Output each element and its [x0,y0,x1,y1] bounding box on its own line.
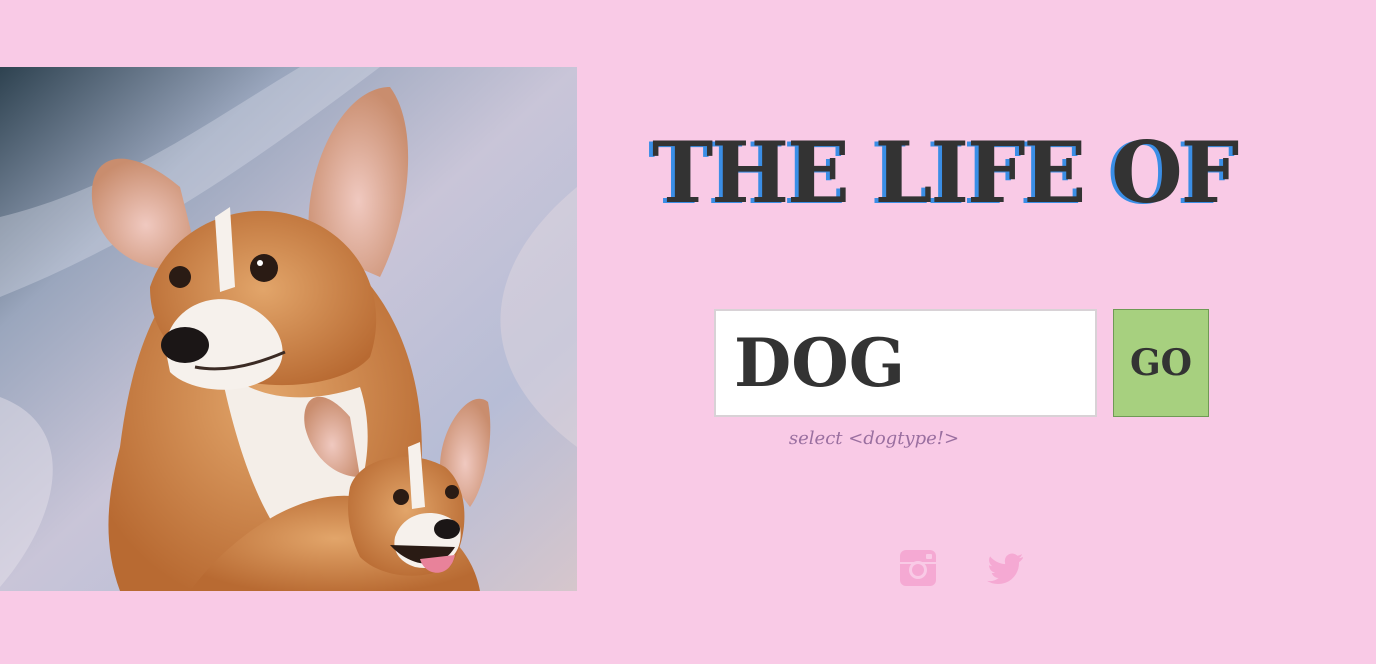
breed-search-input[interactable] [714,309,1097,417]
page-title: THE LIFE OF [652,123,1239,222]
search-hint: select <dogtype!> [788,428,960,449]
corgi-painting-image [0,67,577,591]
go-button[interactable]: GO [1113,309,1209,417]
instagram-icon[interactable] [898,548,938,588]
twitter-icon[interactable] [985,548,1025,588]
